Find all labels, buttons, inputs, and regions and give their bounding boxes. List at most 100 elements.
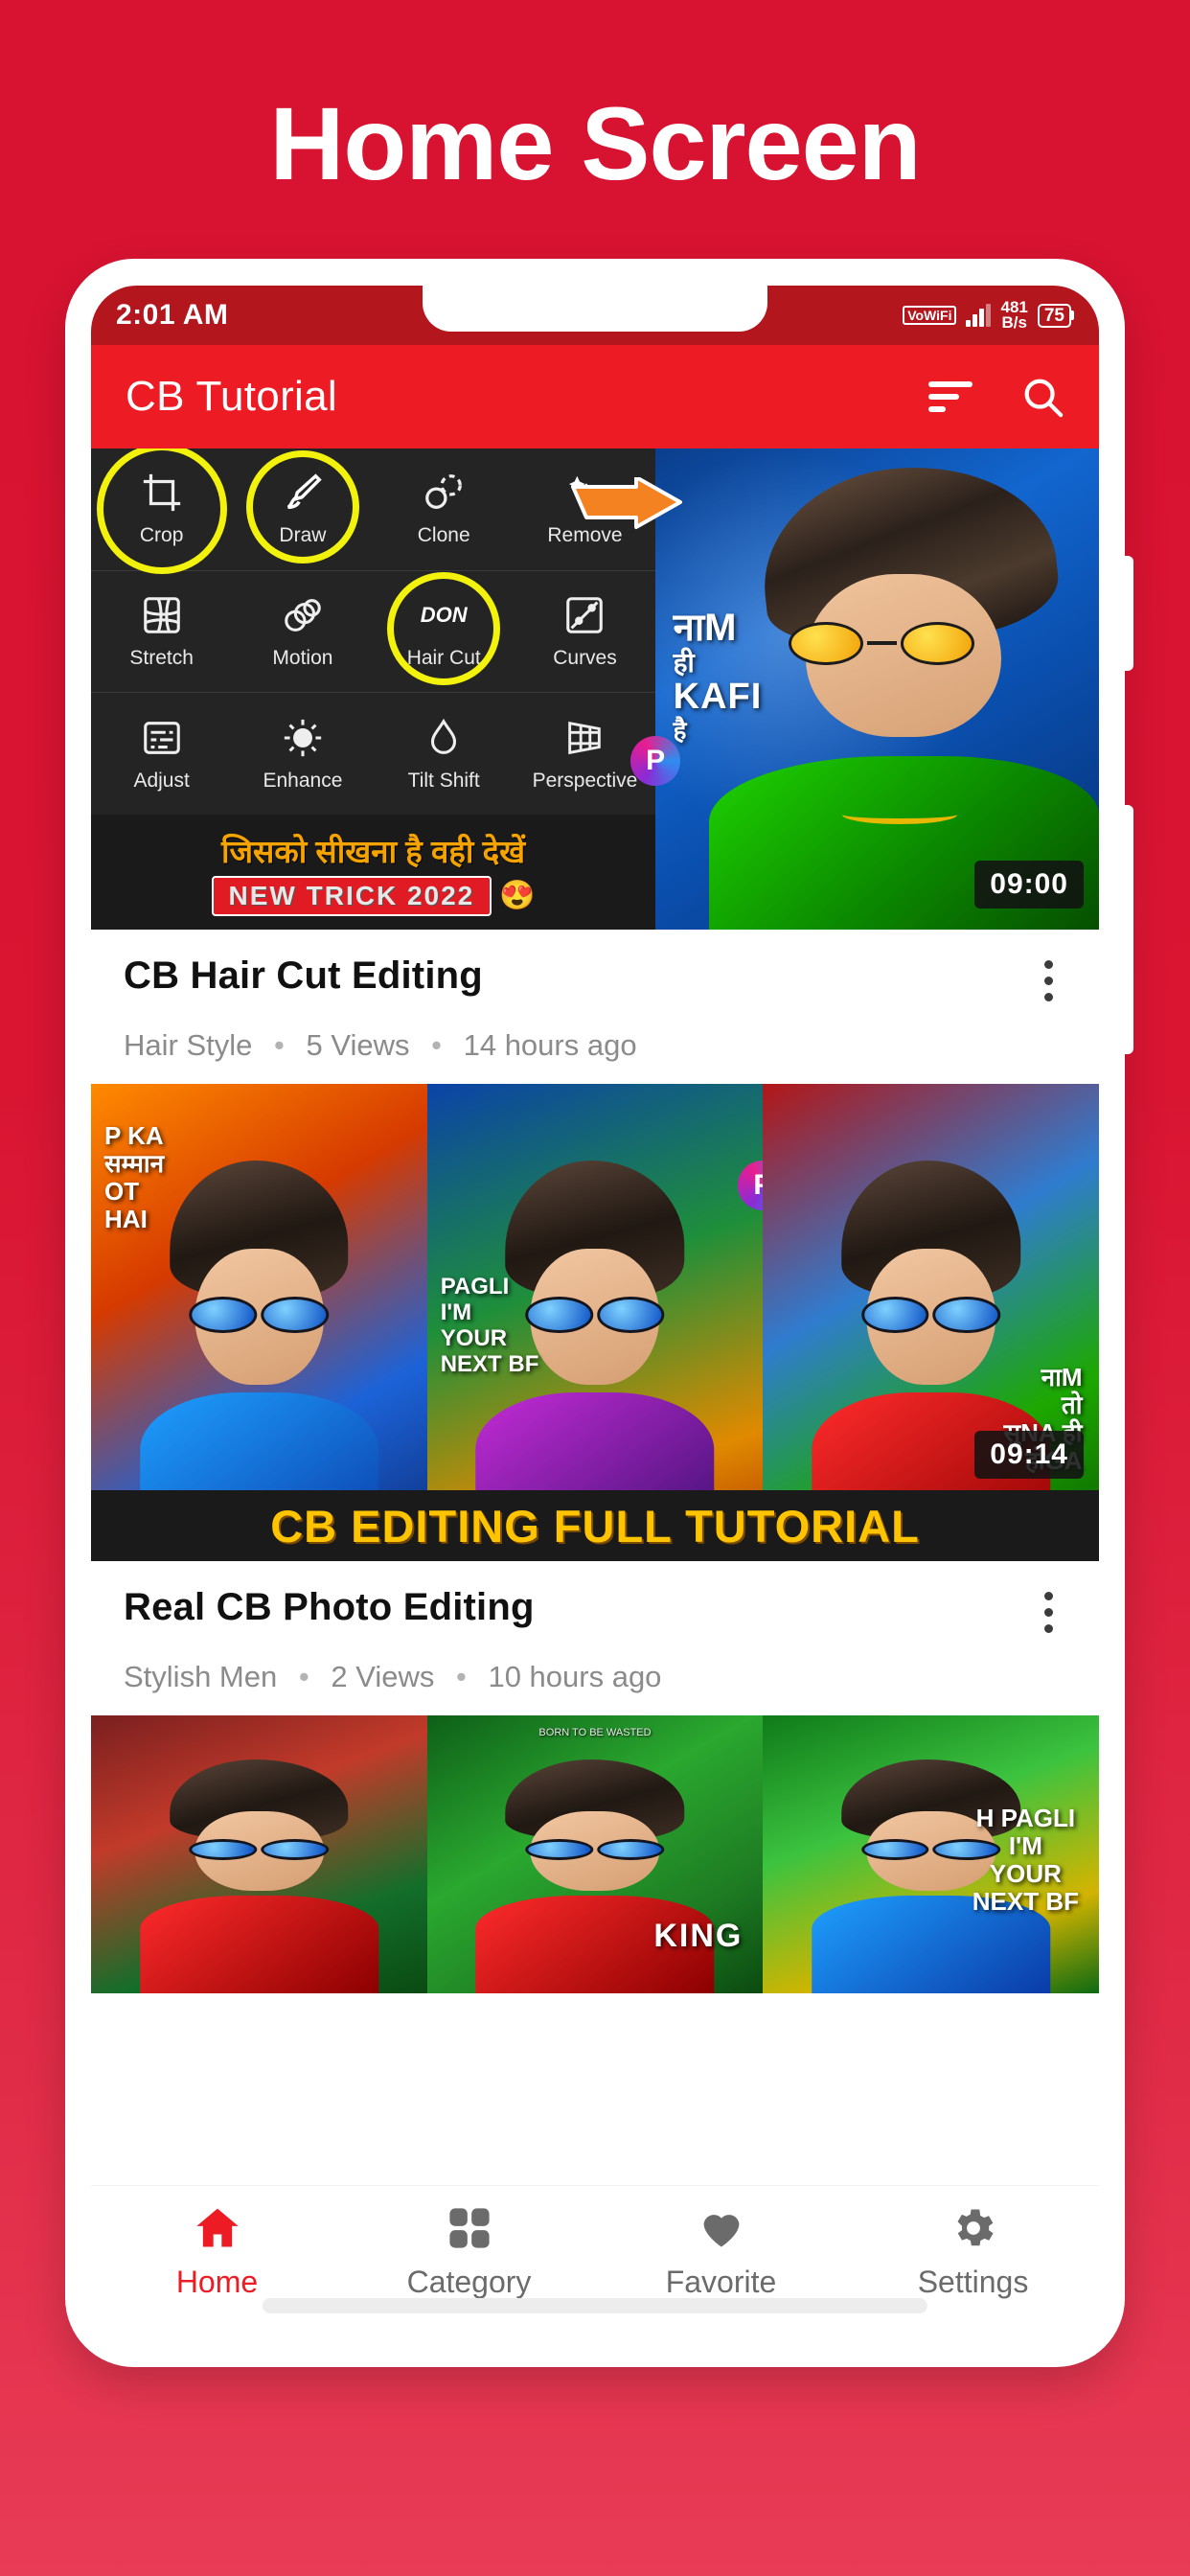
tool-cell[interactable]: Tilt Shift [374,693,515,815]
overlay-line-1: नाM [673,606,737,649]
app-bar: CB Tutorial [91,345,1099,448]
video-time-ago: 10 hours ago [488,1660,662,1693]
editor-tool-panel: Crop Draw Clone Remove Stretch Motion DO… [91,448,683,930]
overlay-line-3: KAFI [673,677,763,718]
perspective-icon [562,716,606,760]
figure-sunglasses [788,621,975,665]
bottom-navigation: Home Category Favorite Settings [91,2185,1099,2327]
panel-text: PAGLI I'M YOUR NEXT BF [440,1274,539,1377]
kebab-menu-icon[interactable] [1031,954,1066,1007]
panel-text: H PAGLI I'M YOUR NEXT BF [972,1803,1079,1917]
sort-icon[interactable] [928,381,973,412]
tool-label: Draw [279,524,327,547]
home-icon [193,2203,242,2253]
video-views: 2 Views [331,1660,435,1693]
video-duration-badge: 09:00 [974,861,1084,908]
tool-cell[interactable]: Stretch [91,571,232,693]
video-title[interactable]: Real CB Photo Editing [124,1586,535,1629]
tool-cell[interactable]: Motion [232,571,373,693]
video-category: Hair Style [124,1028,253,1062]
thumbnail-photo: नाM ही KAFI है [655,448,1099,930]
video-thumbnail[interactable]: P KA सम्मान OT HAI PAGLI I'M YOUR NEXT B… [91,1084,1099,1561]
panel-text: P KA सम्मान OT HAI [104,1120,165,1234]
panel-text: KING [653,1918,744,1955]
gear-icon [949,2203,998,2253]
tool-row: Stretch Motion DON Hair Cut Curves [91,571,656,694]
tool-label: Hair Cut [406,647,481,669]
thumbnail-panel [91,1715,427,1993]
hindi-promo-text: जिसको सीखना है वही देखें [221,833,526,869]
heart-icon [697,2203,746,2253]
crop-icon [140,471,184,515]
video-time-ago: 14 hours ago [463,1028,637,1062]
video-feed: Crop Draw Clone Remove Stretch Motion DO… [91,448,1099,2185]
motion-icon [281,593,325,637]
figure-chain [841,804,957,824]
panel-tiny-text: BORN TO BE WASTED [538,1726,652,1738]
nav-label: Category [406,2265,532,2299]
orange-arrow-icon [571,477,683,529]
phone-screen: 2:01 AM VoWiFi 481 B/s 75 CB Tutorial Cr… [91,286,1099,2327]
video-subtitle: Stylish Men • 2 Views • 10 hours ago [124,1660,662,1693]
stretch-grid-icon [140,593,184,637]
status-clock: 2:01 AM [116,299,229,331]
phone-volume-button [1122,556,1133,671]
tool-cell[interactable]: Adjust [91,693,232,815]
video-subtitle: Hair Style • 5 Views • 14 hours ago [124,1028,637,1062]
tool-row: Adjust Enhance Tilt Shift Perspective [91,693,655,815]
video-duration-badge: 09:14 [974,1431,1084,1479]
clone-icon [422,471,466,515]
nav-label: Home [175,2265,259,2299]
tool-label: Curves [553,647,617,669]
trick-badge: NEW TRICK 2022 [211,875,492,916]
curves-icon [562,593,606,637]
phone-power-button [1122,805,1133,1054]
adjust-icon [140,716,184,760]
kebab-menu-icon[interactable] [1031,1586,1066,1639]
tool-cell[interactable]: Enhance [232,693,373,815]
phone-mockup: 2:01 AM VoWiFi 481 B/s 75 CB Tutorial Cr… [65,259,1133,2367]
video-title[interactable]: CB Hair Cut Editing [124,954,483,998]
tool-label: Motion [272,647,333,669]
hindi-promo-strip: जिसको सीखना है वही देखें NEW TRICK 2022 … [91,815,656,930]
network-speed: 481 B/s [1000,299,1027,332]
nav-item-home[interactable]: Home [91,2203,343,2300]
video-meta: CB Hair Cut Editing Hair Style • 5 Views… [91,930,1099,1084]
screen-notch [423,286,767,332]
nav-label: Settings [917,2265,1029,2299]
nav-item-favorite[interactable]: Favorite [595,2203,847,2300]
tool-label: Crop [139,524,184,547]
thumbnail-panel: BORN TO BE WASTED KING [426,1715,764,1993]
picsart-badge-icon: P [738,1161,764,1210]
tool-label: Tilt Shift [407,769,480,792]
search-icon[interactable] [1020,375,1064,419]
haircut-icon: DON [420,603,468,627]
nav-item-settings[interactable]: Settings [847,2203,1099,2300]
home-indicator [262,2298,928,2313]
tool-cell[interactable]: Curves [515,571,655,693]
picsart-badge-icon: P [630,736,681,786]
video-category: Stylish Men [124,1660,278,1693]
droplet-icon [422,716,466,760]
tool-cell[interactable]: Clone [374,448,515,570]
tool-label: Adjust [133,769,190,792]
nav-item-category[interactable]: Category [343,2203,595,2300]
overlay-line-2: ही [673,647,695,678]
grid-icon [445,2203,494,2253]
nav-label: Favorite [665,2265,777,2299]
vowifi-icon: VoWiFi [903,305,957,326]
tool-cell[interactable]: Draw [232,448,373,570]
figure [470,1760,719,1993]
page-title: Home Screen [269,85,921,201]
tool-label: Enhance [263,769,343,792]
app-title: CB Tutorial [126,373,337,420]
enhance-icon [281,716,325,760]
network-speed-unit: B/s [1001,313,1027,332]
video-thumbnail[interactable]: Crop Draw Clone Remove Stretch Motion DO… [91,448,1099,930]
battery-icon: 75 [1037,303,1074,328]
tool-cell[interactable]: Crop [91,448,232,570]
status-bar: 2:01 AM VoWiFi 481 B/s 75 [91,286,1099,345]
video-meta: Real CB Photo Editing Stylish Men • 2 Vi… [91,1561,1099,1715]
tool-cell[interactable]: DON Hair Cut [374,571,515,693]
video-thumbnail[interactable]: BORN TO BE WASTED KING H PAGLI I'M YOUR [91,1715,1099,1993]
